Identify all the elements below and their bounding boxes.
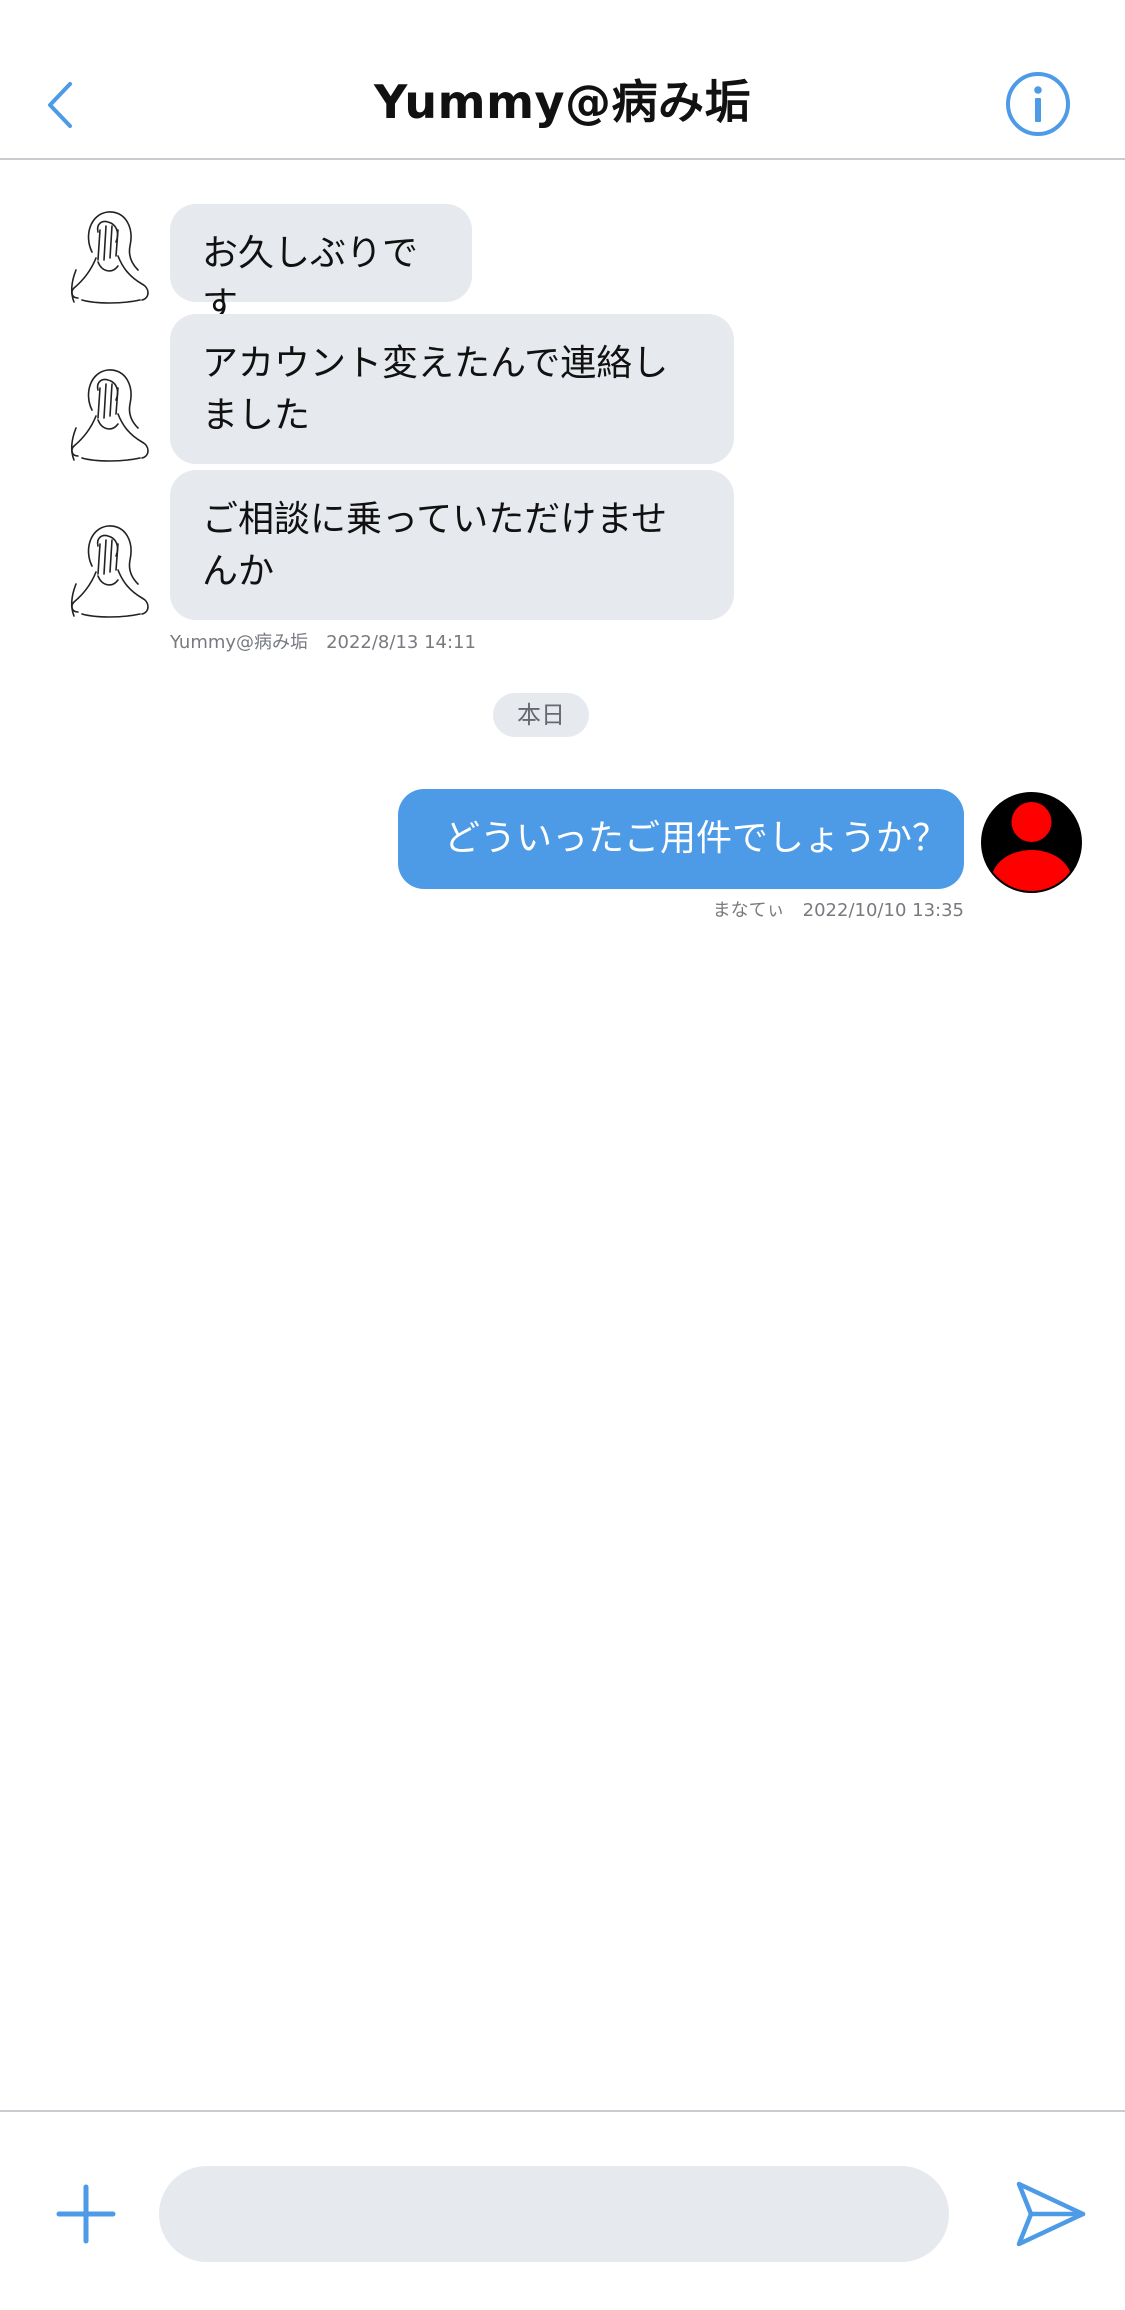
sender-name: まなてぃ	[712, 900, 785, 921]
date-separator: 本日	[493, 693, 589, 737]
send-button[interactable]	[1015, 2180, 1087, 2248]
info-button[interactable]	[1004, 70, 1072, 138]
incoming-message-meta: Yummy@病み垢 2022/8/13 14:11	[170, 628, 476, 654]
face-in-hands-avatar-icon	[71, 525, 149, 618]
message-bubble-incoming[interactable]: アカウント変えたんで連絡しました	[170, 314, 734, 464]
contact-avatar[interactable]	[62, 520, 156, 620]
message-timestamp: 2022/10/10 13:35	[802, 900, 964, 921]
info-circle-icon	[1006, 72, 1070, 136]
contact-avatar[interactable]	[62, 364, 156, 464]
message-input[interactable]	[159, 2166, 949, 2262]
sender-name: Yummy@病み垢	[170, 632, 309, 653]
plus-icon	[56, 2184, 116, 2244]
message-bubble-outgoing[interactable]: どういったご用件でしょうか？	[398, 789, 964, 889]
chat-title: Yummy@病み垢	[373, 75, 752, 129]
attach-button[interactable]	[55, 2183, 117, 2245]
face-in-hands-avatar-icon	[71, 369, 149, 462]
contact-avatar[interactable]	[62, 206, 156, 306]
chat-header: Yummy@病み垢	[0, 0, 1125, 160]
person-silhouette-icon	[981, 792, 1082, 893]
self-avatar[interactable]	[981, 792, 1082, 893]
face-in-hands-avatar-icon	[71, 211, 149, 304]
outgoing-message-meta: まなてぃ 2022/10/10 13:35	[713, 896, 964, 922]
message-bubble-incoming[interactable]: お久しぶりです	[170, 204, 472, 326]
message-bubble-incoming[interactable]: ご相談に乗っていただけませんか	[170, 470, 734, 620]
send-icon	[1016, 2181, 1086, 2247]
message-timestamp: 2022/8/13 14:11	[326, 632, 476, 653]
